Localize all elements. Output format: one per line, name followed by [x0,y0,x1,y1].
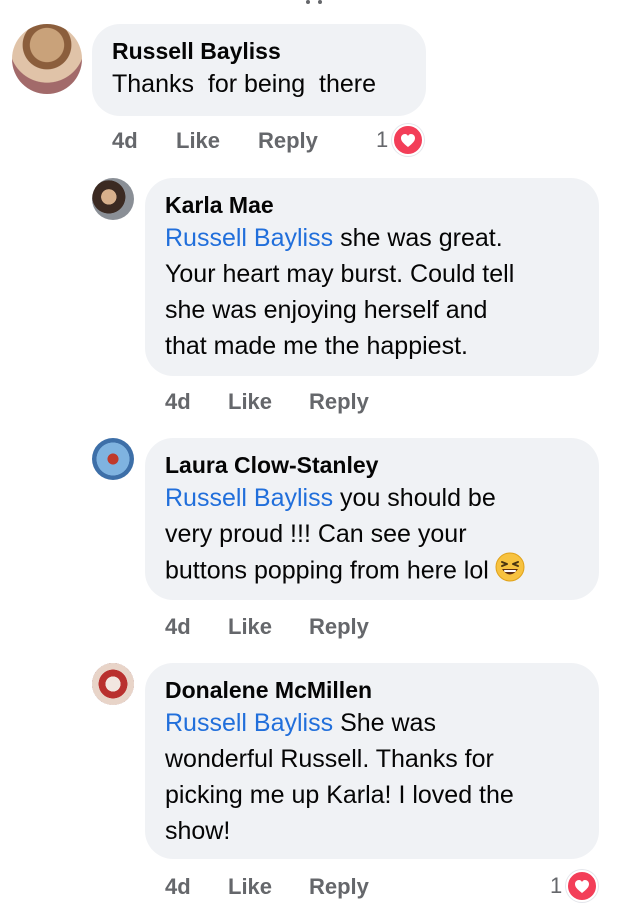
comment-author[interactable]: Russell Bayliss [112,36,406,66]
timestamp[interactable]: 4d [165,614,191,640]
avatar[interactable] [92,663,134,705]
text-line: buttons popping from here lol [165,556,489,585]
comment-text: Russell Bayliss you should be very proud… [165,480,579,592]
text-line: you should be [333,484,496,512]
reply-button[interactable]: Reply [309,874,369,900]
reply-button[interactable]: Reply [309,389,369,415]
heart-icon [392,124,425,156]
comment-bubble: Karla Mae Russell Bayliss she was great.… [145,178,599,376]
text-line: wonderful Russell. Thanks for [165,745,494,773]
reaction-count: 1 [550,873,563,898]
text-line: she was great. [340,224,503,252]
heart-icon [566,870,599,902]
comment-author[interactable]: Donalene McMillen [165,675,579,705]
comment-bubble: Donalene McMillen Russell Bayliss She wa… [145,663,599,859]
avatar[interactable] [12,24,82,94]
like-button[interactable]: Like [228,874,272,900]
avatar[interactable] [92,438,134,480]
text-line: she was enjoying herself and [165,296,488,324]
previous-comment-fragment [300,0,340,4]
text-line: show! [165,817,231,845]
like-button[interactable]: Like [228,614,272,640]
reply-button[interactable]: Reply [258,128,318,154]
text-line: that made me the happiest. [165,332,468,360]
comment-text: Thanks for being there [112,70,377,98]
grinning-squinting-face-emoji [495,552,525,592]
like-button[interactable]: Like [176,128,220,154]
reaction-count: 1 [376,127,389,152]
text-line: very proud !!! Can see your [165,520,467,548]
comment-bubble: Russell Bayliss Thanks for being there [92,24,426,116]
timestamp[interactable]: 4d [165,874,191,900]
avatar[interactable] [92,178,134,220]
comment-bubble: Laura Clow-Stanley Russell Bayliss you s… [145,438,599,600]
reaction-summary[interactable]: 1 [376,124,425,156]
mention-link[interactable]: Russell Bayliss [165,709,333,737]
comment-author[interactable]: Karla Mae [165,190,579,220]
comment-text: Russell Bayliss she was great. Your hear… [165,220,579,364]
timestamp[interactable]: 4d [165,389,191,415]
mention-link[interactable]: Russell Bayliss [165,484,333,512]
timestamp[interactable]: 4d [112,128,138,154]
reaction-summary[interactable]: 1 [550,870,599,902]
text-line: Your heart may burst. Could tell [165,260,515,288]
comment-author[interactable]: Laura Clow-Stanley [165,450,579,480]
text-line: picking me up Karla! I loved the [165,781,514,809]
comment-text: Russell Bayliss She was wonderful Russel… [165,705,579,849]
text-line: She was [340,709,436,737]
like-button[interactable]: Like [228,389,272,415]
reply-button[interactable]: Reply [309,614,369,640]
mention-link[interactable]: Russell Bayliss [165,224,333,252]
